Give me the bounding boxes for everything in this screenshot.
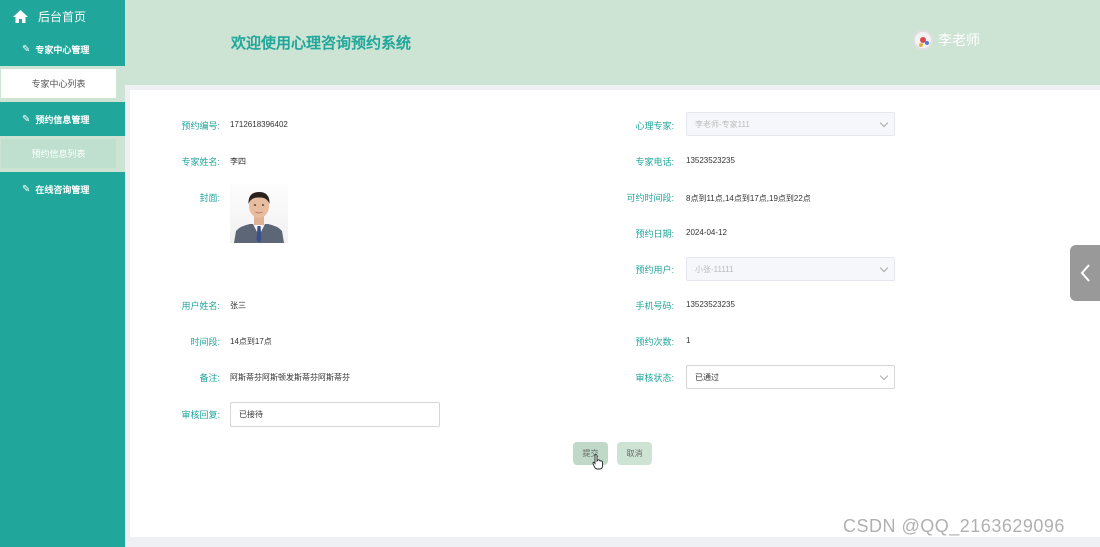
- booking-no-label: 预约编号:: [181, 121, 220, 131]
- available-slots-value: 8点到11点,14点到17点,19点到22点: [686, 194, 811, 203]
- detail-form: 预约编号: 1712618396402 心理专家: 李老师-专家111 专家姓名…: [130, 90, 1100, 537]
- booking-date-label: 预约日期:: [635, 229, 674, 239]
- review-status-select[interactable]: 已通过: [686, 365, 895, 389]
- home-icon: [13, 9, 28, 23]
- expert-select-value: 李老师-专家111: [695, 119, 750, 129]
- avatar: [913, 30, 933, 50]
- review-reply-label: 审核回复:: [181, 410, 220, 420]
- booking-count-value: 1: [686, 336, 691, 345]
- sidebar-item-booking-list[interactable]: 预约信息列表: [1, 139, 116, 168]
- expert-select[interactable]: 李老师-专家111: [686, 112, 895, 136]
- sidebar-group-label: 专家中心管理: [35, 44, 90, 55]
- mobile-label: 手机号码:: [635, 301, 674, 311]
- edit-icon: ✎: [22, 43, 31, 55]
- edit-icon: ✎: [22, 183, 31, 195]
- expert-phone-value: 13523523235: [686, 156, 735, 165]
- review-reply-input-value: 已接待: [239, 410, 263, 419]
- sidebar-home-label: 后台首页: [38, 9, 87, 24]
- header: 欢迎使用心理咨询预约系统 李老师: [125, 0, 1100, 85]
- review-reply-input[interactable]: 已接待: [230, 402, 440, 427]
- user-name-label: 用户姓名:: [181, 301, 220, 311]
- booking-count-label: 预约次数:: [635, 337, 674, 347]
- review-status-select-value: 已通过: [695, 372, 719, 382]
- expert-name-value: 李四: [230, 157, 246, 166]
- sidebar-item-expert-list[interactable]: 专家中心列表: [1, 69, 116, 98]
- mobile-value: 13523523235: [686, 300, 735, 309]
- review-status-label: 审核状态:: [635, 373, 674, 383]
- user-menu[interactable]: 李老师: [913, 30, 980, 50]
- sidebar: 后台首页 ✎ 专家中心管理 专家中心列表 ✎ 预约信息管理 预约信息列表 ✎ 在…: [0, 0, 125, 547]
- page-title: 欢迎使用心理咨询预约系统: [231, 35, 412, 52]
- time-slot-label: 时间段:: [190, 337, 220, 347]
- expert-name-label: 专家姓名:: [181, 157, 220, 167]
- expert-label: 心理专家:: [635, 121, 674, 131]
- chevron-down-icon: [879, 263, 889, 273]
- chevron-down-icon: [879, 118, 889, 128]
- cover-image: [230, 184, 288, 243]
- edit-icon: ✎: [22, 113, 31, 125]
- booking-user-label: 预约用户:: [635, 265, 674, 275]
- chevron-down-icon: [879, 371, 889, 381]
- sidebar-group-booking[interactable]: ✎ 预约信息管理: [0, 102, 125, 136]
- booking-date-value: 2024-04-12: [686, 228, 727, 237]
- cancel-button[interactable]: 取消: [617, 442, 652, 465]
- user-name-value: 张三: [230, 301, 246, 310]
- user-name: 李老师: [938, 32, 980, 48]
- chevron-left-icon: [1080, 264, 1090, 282]
- cover-label: 封面:: [199, 193, 220, 203]
- side-panel-toggle[interactable]: [1070, 245, 1100, 301]
- sidebar-group-label: 在线咨询管理: [35, 184, 90, 195]
- time-slot-value: 14点到17点: [230, 337, 272, 346]
- sidebar-submenu-expert: 专家中心列表: [0, 66, 125, 102]
- booking-user-select[interactable]: 小张-11111: [686, 257, 895, 281]
- sidebar-submenu-booking: 预约信息列表: [0, 136, 125, 172]
- sidebar-group-consult[interactable]: ✎ 在线咨询管理: [0, 172, 125, 206]
- expert-phone-label: 专家电话:: [635, 157, 674, 167]
- sidebar-group-expert[interactable]: ✎ 专家中心管理: [0, 32, 125, 66]
- hand-cursor-icon: [592, 454, 603, 470]
- sidebar-home[interactable]: 后台首页: [0, 0, 125, 32]
- remark-label: 备注:: [199, 373, 220, 383]
- remark-value: 阿斯蒂芬阿斯顿发斯蒂芬阿斯蒂芬: [230, 373, 350, 382]
- booking-user-select-value: 小张-11111: [695, 264, 734, 274]
- booking-no-value: 1712618396402: [230, 120, 288, 129]
- available-slots-label: 可约时间段:: [626, 193, 674, 203]
- sidebar-group-label: 预约信息管理: [35, 114, 90, 125]
- watermark: CSDN @QQ_2163629096: [843, 516, 1065, 536]
